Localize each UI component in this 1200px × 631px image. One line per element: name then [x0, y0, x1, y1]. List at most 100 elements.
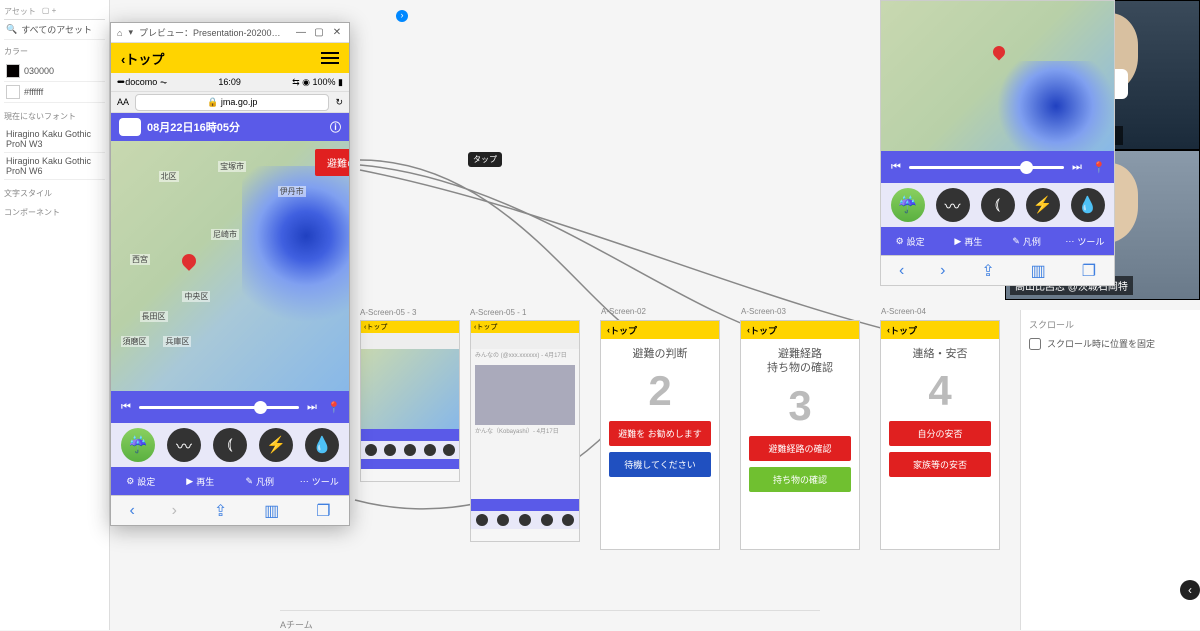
close-icon[interactable]: ✕ [331, 27, 343, 39]
color-swatch-1[interactable]: #ffffff [4, 82, 105, 103]
tab-assets[interactable]: アセット [4, 6, 36, 17]
hamburger-icon[interactable] [321, 52, 339, 64]
family-safety-button[interactable]: 家族等の安否 [889, 452, 991, 477]
share-icon[interactable]: ⇪ [981, 261, 994, 281]
self-safety-button[interactable]: 自分の安否 [889, 421, 991, 446]
rain-icon[interactable]: ☔ [891, 188, 925, 222]
assets-search[interactable]: 🔍 すべてのアセット [4, 20, 105, 40]
artboard-screen-03[interactable]: A-Screen-03 ‹トップ 避難経路 持ち物の確認 3 避難経路の確認 持… [740, 320, 860, 550]
info-icon[interactable]: ⓘ [330, 119, 341, 135]
menu-settings[interactable]: ⚙設定 [111, 475, 171, 488]
chevron-down-icon[interactable]: ▾ [128, 27, 133, 38]
artboard-screen-04[interactable]: A-Screen-04 ‹トップ 連絡・安否 4 自分の安否 家族等の安否 [880, 320, 1000, 550]
collapse-panel-icon[interactable]: ‹ [1180, 580, 1200, 600]
tabs-icon[interactable]: ❐ [1082, 261, 1096, 281]
weather-map[interactable]: 北区 宝塚市 伊丹市 尼崎市 西宮 中央区 長田区 須磨区 兵庫区 避難の判断 [111, 141, 349, 391]
city-label: 長田区 [140, 311, 168, 322]
back-icon[interactable]: ‹ [899, 262, 904, 280]
drop-icon[interactable]: 💧 [305, 428, 339, 462]
tap-label: タップ [468, 152, 502, 167]
location-icon[interactable]: 📍 [325, 398, 343, 416]
map-timeline[interactable]: ⏮ ⏭ 📍 [111, 391, 349, 423]
city-label: 兵庫区 [163, 336, 191, 347]
maximize-icon[interactable]: ▢ [313, 27, 325, 39]
banner-time: 08月22日16時05分 [147, 119, 240, 135]
fwd-icon[interactable]: › [940, 262, 945, 280]
menu-play[interactable]: ▶再生 [939, 235, 997, 248]
preview-window[interactable]: ⌂ ▾ プレビュー：Presentation-20200… — ▢ ✕ ‹トップ… [110, 22, 350, 526]
checkbox-label: スクロール時に位置を固定 [1047, 337, 1155, 350]
menu-play[interactable]: ▶再生 [171, 475, 231, 488]
aa-icon[interactable]: AA [117, 97, 129, 107]
properties-panel: スクロール スクロール時に位置を固定 [1020, 310, 1200, 630]
checkbox-input[interactable] [1029, 338, 1041, 350]
recommend-evac-button[interactable]: 避難を お勧めします [609, 421, 711, 446]
back-button[interactable]: ‹トップ [121, 49, 164, 68]
back-icon[interactable]: ‹ [129, 502, 134, 520]
screen-title: 連絡・安否 [913, 347, 968, 361]
standby-button[interactable]: 待機してください [609, 452, 711, 477]
thunder-icon[interactable]: ⚡ [1026, 188, 1060, 222]
tabs-icon[interactable]: ❐ [316, 501, 330, 521]
skip-fwd-icon[interactable]: ⏭ [303, 398, 321, 416]
url-field[interactable]: 🔒 jma.go.jp [135, 94, 329, 111]
minimize-icon[interactable]: — [295, 27, 307, 39]
font-item-0[interactable]: Hiragino Kaku Gothic ProN W3 [4, 126, 105, 153]
skip-back-icon[interactable]: ⏮ [117, 398, 135, 416]
gear-icon: ⚙ [126, 476, 134, 487]
map-image [881, 1, 1114, 151]
assets-panel: アセット ▢ + 🔍 すべてのアセット カラー 030000 #ffffff 現… [0, 0, 110, 630]
wave-icon[interactable]: ⦅ [213, 428, 247, 462]
artboard-screen-02[interactable]: A-Screen-02 ‹トップ 避難の判断 2 避難を お勧めします 待機して… [600, 320, 720, 550]
book-icon[interactable]: ▥ [264, 501, 279, 521]
menu-tools[interactable]: ⋯ツール [290, 475, 350, 488]
font-label: Hiragino Kaku Gothic ProN W3 [6, 129, 103, 149]
skip-fwd-icon[interactable]: ⏭ [1068, 158, 1086, 176]
artboard-sm-1[interactable]: A-Screen-05 - 3 ‹トップ [360, 320, 460, 482]
reload-icon[interactable]: ↻ [335, 97, 343, 108]
top-label: トップ [610, 324, 637, 337]
color-swatch-0[interactable]: 030000 [4, 61, 105, 82]
window-titlebar[interactable]: ⌂ ▾ プレビュー：Presentation-20200… — ▢ ✕ [111, 23, 349, 43]
route-check-button[interactable]: 避難経路の確認 [749, 436, 851, 461]
location-icon[interactable]: 📍 [1090, 158, 1108, 176]
slider-knob[interactable] [1020, 161, 1033, 174]
map-timeline[interactable]: ⏮ ⏭ 📍 [881, 151, 1114, 183]
timeline-slider[interactable] [139, 406, 299, 409]
rain-icon[interactable]: ☔ [121, 428, 155, 462]
items-check-button[interactable]: 持ち物の確認 [749, 467, 851, 492]
step-number: 3 [788, 382, 811, 430]
evac-judge-button[interactable]: 避難の判断 [315, 149, 349, 176]
drop-icon[interactable]: 💧 [1071, 188, 1105, 222]
artboard-sm-2[interactable]: A-Screen-05 - 1 ‹トップ みんなの (@xxx.xxxxxx) … [470, 320, 580, 542]
map-artboard-large[interactable]: ⏮ ⏭ 📍 ☔ 〰 ⦅ ⚡ 💧 ⚙設定 ▶再生 ✎凡例 ⋯ツール ‹ › ⇪ ▥… [880, 0, 1115, 286]
timeline-slider[interactable] [909, 166, 1064, 169]
city-label: 伊丹市 [278, 186, 306, 197]
slider-knob[interactable] [254, 401, 267, 414]
tab-plus[interactable]: ▢ + [42, 6, 56, 17]
home-icon[interactable]: ⌂ [117, 28, 122, 38]
artboard-label: A-Screen-04 [881, 307, 926, 316]
flow-start-handle[interactable]: › [396, 10, 408, 22]
book-icon[interactable]: ▥ [1031, 261, 1046, 281]
gear-icon: ⚙ [896, 236, 904, 247]
wave-icon[interactable]: ⦅ [981, 188, 1015, 222]
fix-position-checkbox[interactable]: スクロール時に位置を固定 [1029, 337, 1192, 350]
menu-settings[interactable]: ⚙設定 [881, 235, 939, 248]
fwd-icon[interactable]: › [172, 502, 177, 520]
menu-tools[interactable]: ⋯ツール [1056, 235, 1114, 248]
menu-legend[interactable]: ✎凡例 [998, 235, 1056, 248]
font-item-1[interactable]: Hiragino Kaku Gothic ProN W6 [4, 153, 105, 180]
colors-heading: カラー [4, 46, 105, 57]
artboard-label: A-Screen-02 [601, 307, 646, 316]
menu-legend[interactable]: ✎凡例 [230, 475, 290, 488]
scroll-heading: スクロール [1029, 318, 1192, 331]
wind-icon[interactable]: 〰 [167, 428, 201, 462]
wind-icon[interactable]: 〰 [936, 188, 970, 222]
share-icon[interactable]: ⇪ [214, 501, 227, 521]
layer-icons: ☔ 〰 ⦅ ⚡ 💧 [881, 183, 1114, 227]
browser-urlbar[interactable]: AA 🔒 jma.go.jp ↻ [111, 91, 349, 113]
thunder-icon[interactable]: ⚡ [259, 428, 293, 462]
skip-back-icon[interactable]: ⏮ [887, 158, 905, 176]
component-heading: コンポーネント [4, 207, 105, 218]
